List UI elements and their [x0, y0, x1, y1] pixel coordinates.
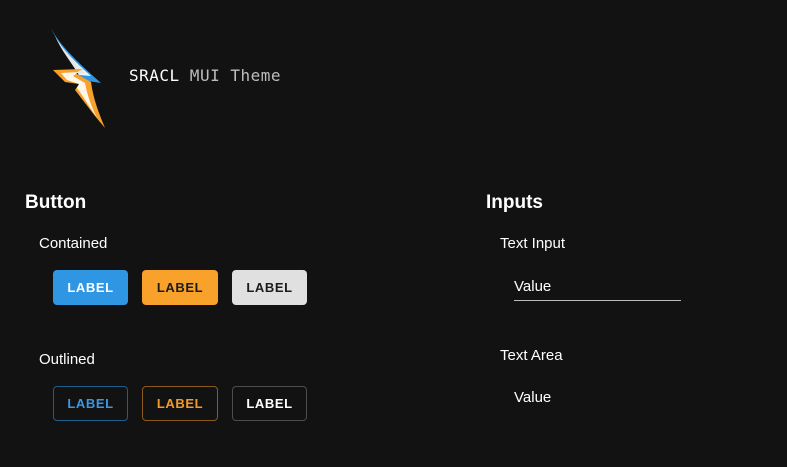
inputs-section-title: Inputs: [486, 192, 543, 213]
text-area-subtitle: Text Area: [500, 347, 563, 364]
brand-name-bold: SRACL: [129, 66, 180, 85]
header-branding: SRACL MUI Theme: [0, 0, 787, 140]
outlined-primary-button[interactable]: LABEL: [53, 386, 128, 421]
contained-subtitle: Contained: [39, 235, 108, 252]
text-input-field[interactable]: [514, 272, 681, 301]
button-section-title: Button: [25, 192, 87, 213]
outlined-neutral-button[interactable]: LABEL: [232, 386, 307, 421]
brand-title: SRACL MUI Theme: [129, 66, 281, 85]
lightning-bolt-logo-icon: [51, 28, 105, 128]
contained-secondary-button[interactable]: LABEL: [142, 270, 218, 305]
outlined-secondary-button[interactable]: LABEL: [142, 386, 218, 421]
brand-name-rest: MUI Theme: [179, 66, 281, 85]
outlined-subtitle: Outlined: [39, 351, 95, 368]
contained-neutral-button[interactable]: LABEL: [232, 270, 307, 305]
text-area-field[interactable]: Value: [514, 384, 681, 414]
contained-primary-button[interactable]: LABEL: [53, 270, 128, 305]
text-input-subtitle: Text Input: [500, 235, 566, 252]
